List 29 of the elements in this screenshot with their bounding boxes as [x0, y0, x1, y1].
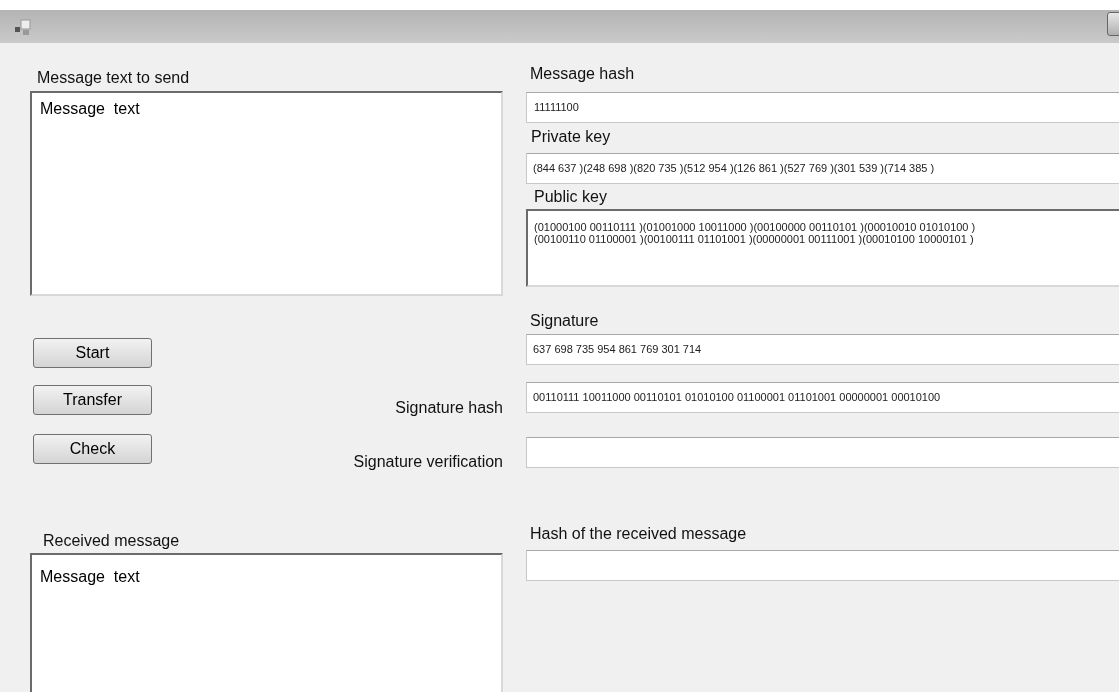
- text-field[interactable]: 00110111 10011000 00110101 01010100 01100001 01101001 00000001 00010100: [526, 382, 1119, 413]
- action-button[interactable]: Start: [33, 337, 152, 368]
- field-label: Message hash: [530, 64, 635, 84]
- text-field[interactable]: (844 637 )(248 698 )(820 735 )(512 954 )(126 861 )(527 769 )(301 539 )(714 385 ): [526, 153, 1119, 184]
- text-field[interactable]: [526, 437, 1119, 468]
- text-field[interactable]: 11111100: [526, 92, 1119, 123]
- field-text: 637 698 735 954 861 769 301 714: [533, 342, 702, 358]
- field-text: 11111100: [534, 100, 579, 116]
- field-text: (01000100 00110111 )(01001000 10011000 )(00100000 00110101 )(00010010 01010100 ): [534, 221, 976, 233]
- field-label: Signature hash: [395, 397, 503, 418]
- field-label: Public key: [534, 187, 607, 207]
- message-field[interactable]: Message text: [30, 91, 503, 296]
- field-text: 00110111 10011000 00110101 01010100 01100001 01101001 00000001 00010100: [533, 390, 941, 406]
- field-label: Private key: [531, 127, 611, 147]
- field-text: (00100110 01100001 )(00100111 01101001 )(00000001 00111001 )(00010100 10000101 ): [534, 233, 974, 245]
- field-label: Message text to send: [37, 68, 190, 88]
- field-text: Message text: [40, 567, 140, 585]
- message-field[interactable]: Message text: [30, 552, 503, 692]
- field-label: Signature: [530, 311, 599, 331]
- text-field[interactable]: 637 698 735 954 861 769 301 714: [526, 334, 1119, 365]
- text-field[interactable]: [526, 550, 1119, 581]
- field-text: (844 637 )(248 698 )(820 735 )(512 954 )(126 861 )(527 769 )(301 539 )(714 385 ): [533, 161, 935, 177]
- field-text: Message text: [40, 100, 140, 117]
- field-label: Hash of the received message: [530, 524, 747, 544]
- field-label: Received message: [43, 530, 180, 551]
- action-button[interactable]: Transfer: [33, 384, 152, 415]
- action-button[interactable]: Check: [33, 433, 152, 464]
- text-field[interactable]: (01000100 00110111 )(01001000 10011000 )(00100000 00110101 )(00010010 01010100 ) (00100110 01100001 )(00100111 01101001 )(00000001 00111001 )(00010100 10000101 ): [526, 209, 1119, 287]
- field-label: Signature verification: [353, 451, 503, 472]
